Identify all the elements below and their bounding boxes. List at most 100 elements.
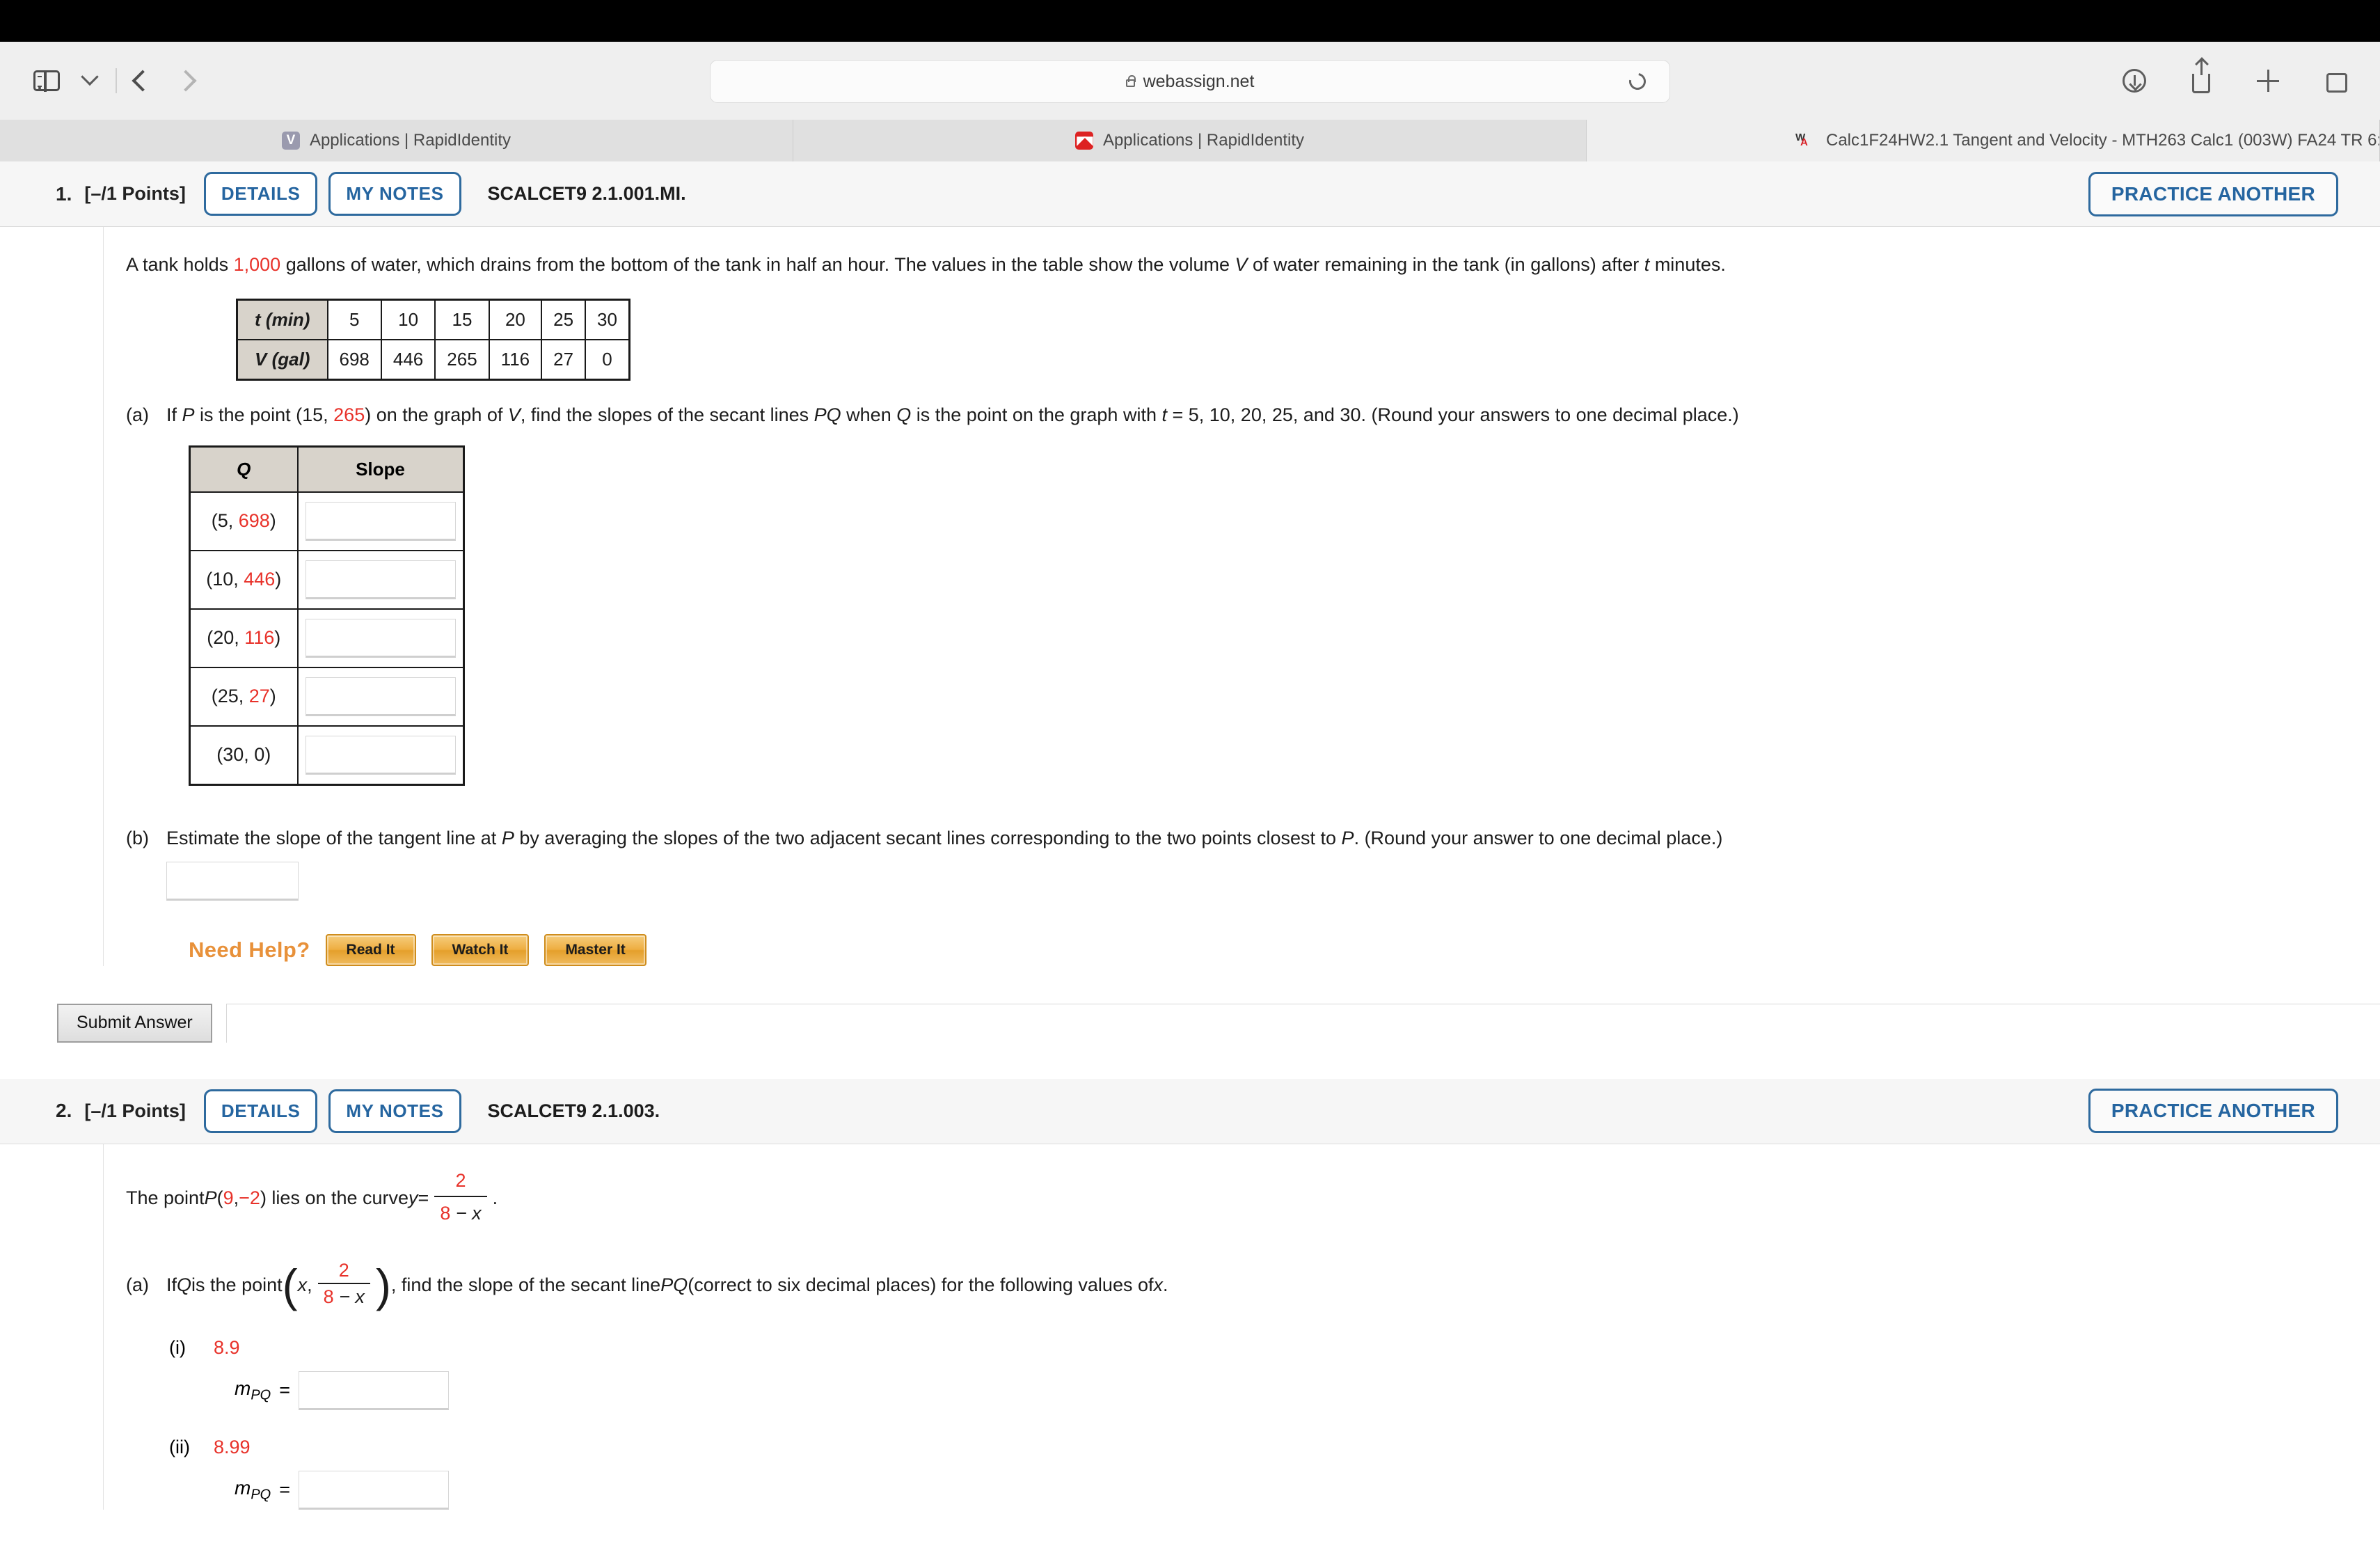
table-row: (25, 27) — [189, 666, 464, 727]
table-cell: 10 — [380, 299, 436, 340]
point-text: (10, — [206, 569, 244, 590]
table-row: (30, 0) — [189, 725, 464, 785]
left-paren: ( — [282, 1260, 298, 1312]
table-cell: 15 — [434, 299, 490, 340]
part-a-text-seg: is the point (15, — [194, 404, 334, 425]
reload-icon[interactable] — [1626, 70, 1649, 93]
browser-tab-1[interactable]: V Applications | RapidIdentity — [0, 120, 793, 161]
mpq-input-ii[interactable] — [299, 1470, 450, 1510]
slope-answer-cell — [296, 666, 464, 727]
part-a-text-seg: If — [166, 404, 182, 425]
browser-tab-3[interactable]: WA Calc1F24HW2.1 Tangent and Velocity - … — [1587, 120, 2380, 161]
table-header-v: V (gal) — [236, 338, 328, 380]
question-1-details-button[interactable]: DETAILS — [203, 172, 318, 216]
part-a-text-seg: = 5, 10, 20, 25, and 30. (Round your ans… — [1166, 404, 1739, 425]
mpq-label-ii: mPQ — [235, 1477, 271, 1503]
plus-icon[interactable] — [2246, 59, 2290, 102]
question-2-prompt: The point P(9, −2) lies on the curve y =… — [126, 1168, 2380, 1229]
part-a-text: If Q is the point (x, 2 8 − x), find the s… — [166, 1260, 1168, 1312]
point-text: (25, — [211, 686, 249, 706]
lock-icon — [1125, 75, 1136, 87]
item-label-ii: (ii) — [169, 1436, 190, 1457]
download-icon[interactable] — [2113, 59, 2156, 102]
table-cell: 265 — [434, 338, 490, 380]
part-a-text-seg: . — [1162, 1274, 1168, 1295]
watch-it-button[interactable]: Watch It — [431, 933, 530, 966]
browser-toolbar: webassign.net — [0, 42, 2380, 120]
part-a-text-seg: is the point on the graph with — [911, 404, 1162, 425]
column-header-slope: Slope — [296, 445, 464, 493]
point-text: ) — [275, 569, 282, 590]
question-1-my-notes-button[interactable]: MY NOTES — [328, 172, 461, 216]
point-fraction: 28 − x — [317, 1260, 370, 1308]
var-t: t — [1161, 404, 1167, 425]
read-it-button[interactable]: Read It — [325, 933, 416, 966]
point-value: 27 — [248, 686, 270, 706]
point-text: ) — [269, 510, 276, 531]
value-9: 9 — [223, 1187, 234, 1209]
pq-subscript: PQ — [251, 1487, 271, 1503]
item-i-answer-row: mPQ = — [235, 1370, 2380, 1410]
slope-input-2[interactable] — [305, 560, 456, 599]
mpq-input-i[interactable] — [299, 1370, 450, 1410]
toolbar-right-controls — [2113, 58, 2358, 102]
prompt-text: ( — [216, 1187, 223, 1209]
browser-tab-1-title: Applications | RapidIdentity — [309, 131, 511, 150]
prompt-text: minutes. — [1649, 254, 1726, 275]
rapididentity-v-favicon-icon: V — [281, 132, 300, 150]
point-value: 116 — [244, 627, 275, 648]
point-text: ) — [264, 744, 271, 765]
question-2-header: 2. [–/1 Points] DETAILS MY NOTES SCALCET… — [0, 1078, 2380, 1144]
den-rest: − x — [450, 1203, 482, 1224]
slope-input-1[interactable] — [305, 501, 456, 541]
m-symbol: m — [235, 1476, 251, 1499]
item-ii-row: (ii) 8.99 — [169, 1437, 2380, 1458]
window-title-bar — [0, 0, 2380, 42]
var-P: P — [182, 404, 195, 425]
question-1-header: 1. [–/1 Points] DETAILS MY NOTES SCALCET… — [0, 161, 2380, 227]
table-row: (5, 698) — [189, 491, 464, 551]
point-text: ) — [274, 627, 281, 648]
question-2-practice-another-button[interactable]: PRACTICE ANOTHER — [2088, 1089, 2338, 1133]
question-2-details-button[interactable]: DETAILS — [203, 1089, 318, 1133]
chevron-down-icon[interactable] — [68, 59, 111, 102]
question-2-my-notes-button[interactable]: MY NOTES — [328, 1089, 461, 1133]
equals-sign: = — [279, 1479, 291, 1500]
slope-input-3[interactable] — [305, 618, 456, 658]
address-bar-content: webassign.net — [1125, 71, 1255, 92]
value-265: 265 — [333, 404, 365, 425]
volume-data-table: t (min) 5 10 15 20 25 30 V (gal) 698 446… — [236, 298, 630, 381]
table-cell: 27 — [541, 338, 587, 380]
var-PQ: PQ — [814, 404, 841, 425]
m-symbol: m — [235, 1377, 251, 1399]
table-cell: 5 — [326, 299, 382, 340]
var-P: P — [1341, 827, 1354, 848]
need-help-label: Need Help? — [189, 937, 310, 962]
question-2-points: [–/1 Points] — [84, 1100, 186, 1121]
part-a-text-seg: when — [841, 404, 897, 425]
var-P: P — [501, 827, 514, 848]
part-b-input[interactable] — [166, 861, 299, 901]
tab-overview-icon[interactable] — [2313, 59, 2358, 102]
toolbar-divider — [116, 68, 117, 93]
slope-answer-cell — [296, 549, 464, 610]
question-1-practice-another-button[interactable]: PRACTICE ANOTHER — [2088, 171, 2338, 216]
back-arrow-icon[interactable] — [121, 59, 164, 102]
part-a-text: If P is the point (15, 265) on the graph… — [166, 404, 1739, 426]
submit-answer-button[interactable]: Submit Answer — [57, 1003, 212, 1043]
rapididentity-favicon-icon: ◤◥ — [1074, 132, 1093, 150]
question-separator — [0, 1043, 2380, 1079]
forward-arrow-icon[interactable] — [164, 59, 207, 102]
master-it-button[interactable]: Master It — [544, 933, 646, 966]
browser-tab-2[interactable]: ◤◥ Applications | RapidIdentity — [793, 120, 1587, 161]
sidebar-toggle-icon[interactable] — [25, 59, 68, 102]
browser-tab-3-title: Calc1F24HW2.1 Tangent and Velocity - MTH… — [1826, 131, 2379, 150]
url-text: webassign.net — [1143, 71, 1255, 91]
slope-input-5[interactable] — [305, 735, 456, 775]
question-1-body: A tank holds 1,000 gallons of water, whi… — [0, 227, 2380, 1043]
slope-input-4[interactable] — [305, 677, 456, 716]
column-header-q: Q — [189, 445, 299, 493]
table-cell: 0 — [585, 338, 630, 380]
share-icon[interactable] — [2180, 58, 2223, 102]
address-bar[interactable]: webassign.net — [710, 60, 1670, 103]
